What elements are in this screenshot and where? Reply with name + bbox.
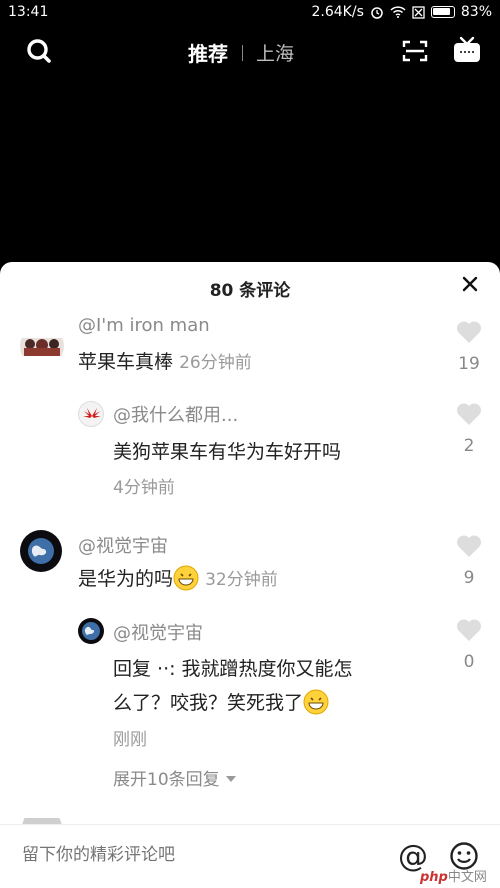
battery-icon xyxy=(430,6,455,18)
feed-tabs: 推荐 上海 xyxy=(188,38,294,67)
tv-icon[interactable] xyxy=(452,36,482,64)
scan-icon[interactable] xyxy=(402,39,428,63)
tab-divider xyxy=(242,44,243,61)
comment-text-line-2: 么了？咬我？笑死我了 xyxy=(113,688,329,718)
comment-time: 4分钟前 xyxy=(113,478,175,498)
site-watermark: php中文网 xyxy=(420,866,487,885)
like-count: 19 xyxy=(458,354,480,374)
comments-count-title: 80 条评论 xyxy=(209,281,291,301)
watermark-brand: php xyxy=(420,870,448,885)
comments-sheet: 80 条评论 @I'm iron man 苹果车真棒 26分钟前 19 @我什么… xyxy=(0,262,500,888)
comment-body: 么了？咬我？笑死我了 xyxy=(113,692,304,714)
heart-icon xyxy=(456,619,482,641)
heart-icon xyxy=(456,535,482,557)
like-button[interactable]: 9 xyxy=(449,534,489,588)
heart-icon xyxy=(456,321,482,343)
battery-level: 83% xyxy=(460,4,492,20)
avatar[interactable] xyxy=(20,530,62,572)
comment-input[interactable] xyxy=(22,845,362,865)
no-sim-icon xyxy=(412,5,425,19)
earth-avatar-icon xyxy=(82,622,100,640)
grin-emoji-icon xyxy=(303,689,329,715)
comment-username[interactable]: @视觉宇宙 xyxy=(113,619,203,645)
avatar[interactable] xyxy=(78,401,104,427)
comment-username[interactable]: @视觉宇宙 xyxy=(78,532,168,558)
caret-down-icon xyxy=(225,776,236,782)
status-bar: 13:41 2.64K/s 83% xyxy=(0,0,500,26)
search-icon[interactable] xyxy=(26,38,52,64)
expand-replies-label: 展开10条回复 xyxy=(113,770,220,790)
comment-time: 32分钟前 xyxy=(205,570,278,590)
status-right: 2.64K/s 83% xyxy=(312,4,493,20)
status-time: 13:41 xyxy=(8,4,49,20)
comment-body: 是华为的吗 xyxy=(78,568,174,590)
like-count: 2 xyxy=(463,436,475,456)
comment-username[interactable]: @我什么都用... xyxy=(113,401,238,427)
comment-time: 26分钟前 xyxy=(179,353,252,373)
like-button[interactable]: 19 xyxy=(449,320,489,374)
comment-text: 美狗苹果车有华为车好开吗 xyxy=(113,441,342,463)
tab-location[interactable]: 上海 xyxy=(256,39,294,66)
comment-text: 苹果车真棒 26分钟前 xyxy=(78,347,252,378)
like-count: 9 xyxy=(463,568,475,588)
comment-body: 苹果车真棒 xyxy=(78,351,174,373)
avatar[interactable] xyxy=(20,324,64,368)
network-speed: 2.64K/s xyxy=(311,4,364,20)
grin-emoji-icon xyxy=(173,565,199,591)
huawei-logo-icon xyxy=(83,408,101,418)
comment-time: 刚刚 xyxy=(113,730,147,750)
like-count: 0 xyxy=(463,652,475,672)
comment-text-line-1: 回复 ··: 我就蹭热度你又能怎 xyxy=(113,658,353,680)
heart-icon xyxy=(456,403,482,425)
like-button[interactable]: 0 xyxy=(449,618,489,672)
expand-replies-button[interactable]: 展开10条回复 xyxy=(113,765,236,790)
close-icon[interactable] xyxy=(462,276,478,292)
avatar[interactable] xyxy=(78,618,104,644)
wifi-icon xyxy=(390,6,406,18)
tab-recommended[interactable]: 推荐 xyxy=(188,38,228,67)
top-nav: 推荐 上海 xyxy=(0,28,500,74)
comment-text: 是华为的吗 32分钟前 xyxy=(78,564,278,595)
watermark-site: 中文网 xyxy=(447,870,487,885)
comment-username[interactable]: @I'm iron man xyxy=(78,315,210,336)
earth-avatar-icon xyxy=(28,538,54,564)
alarm-icon xyxy=(371,7,383,19)
like-button[interactable]: 2 xyxy=(449,402,489,456)
